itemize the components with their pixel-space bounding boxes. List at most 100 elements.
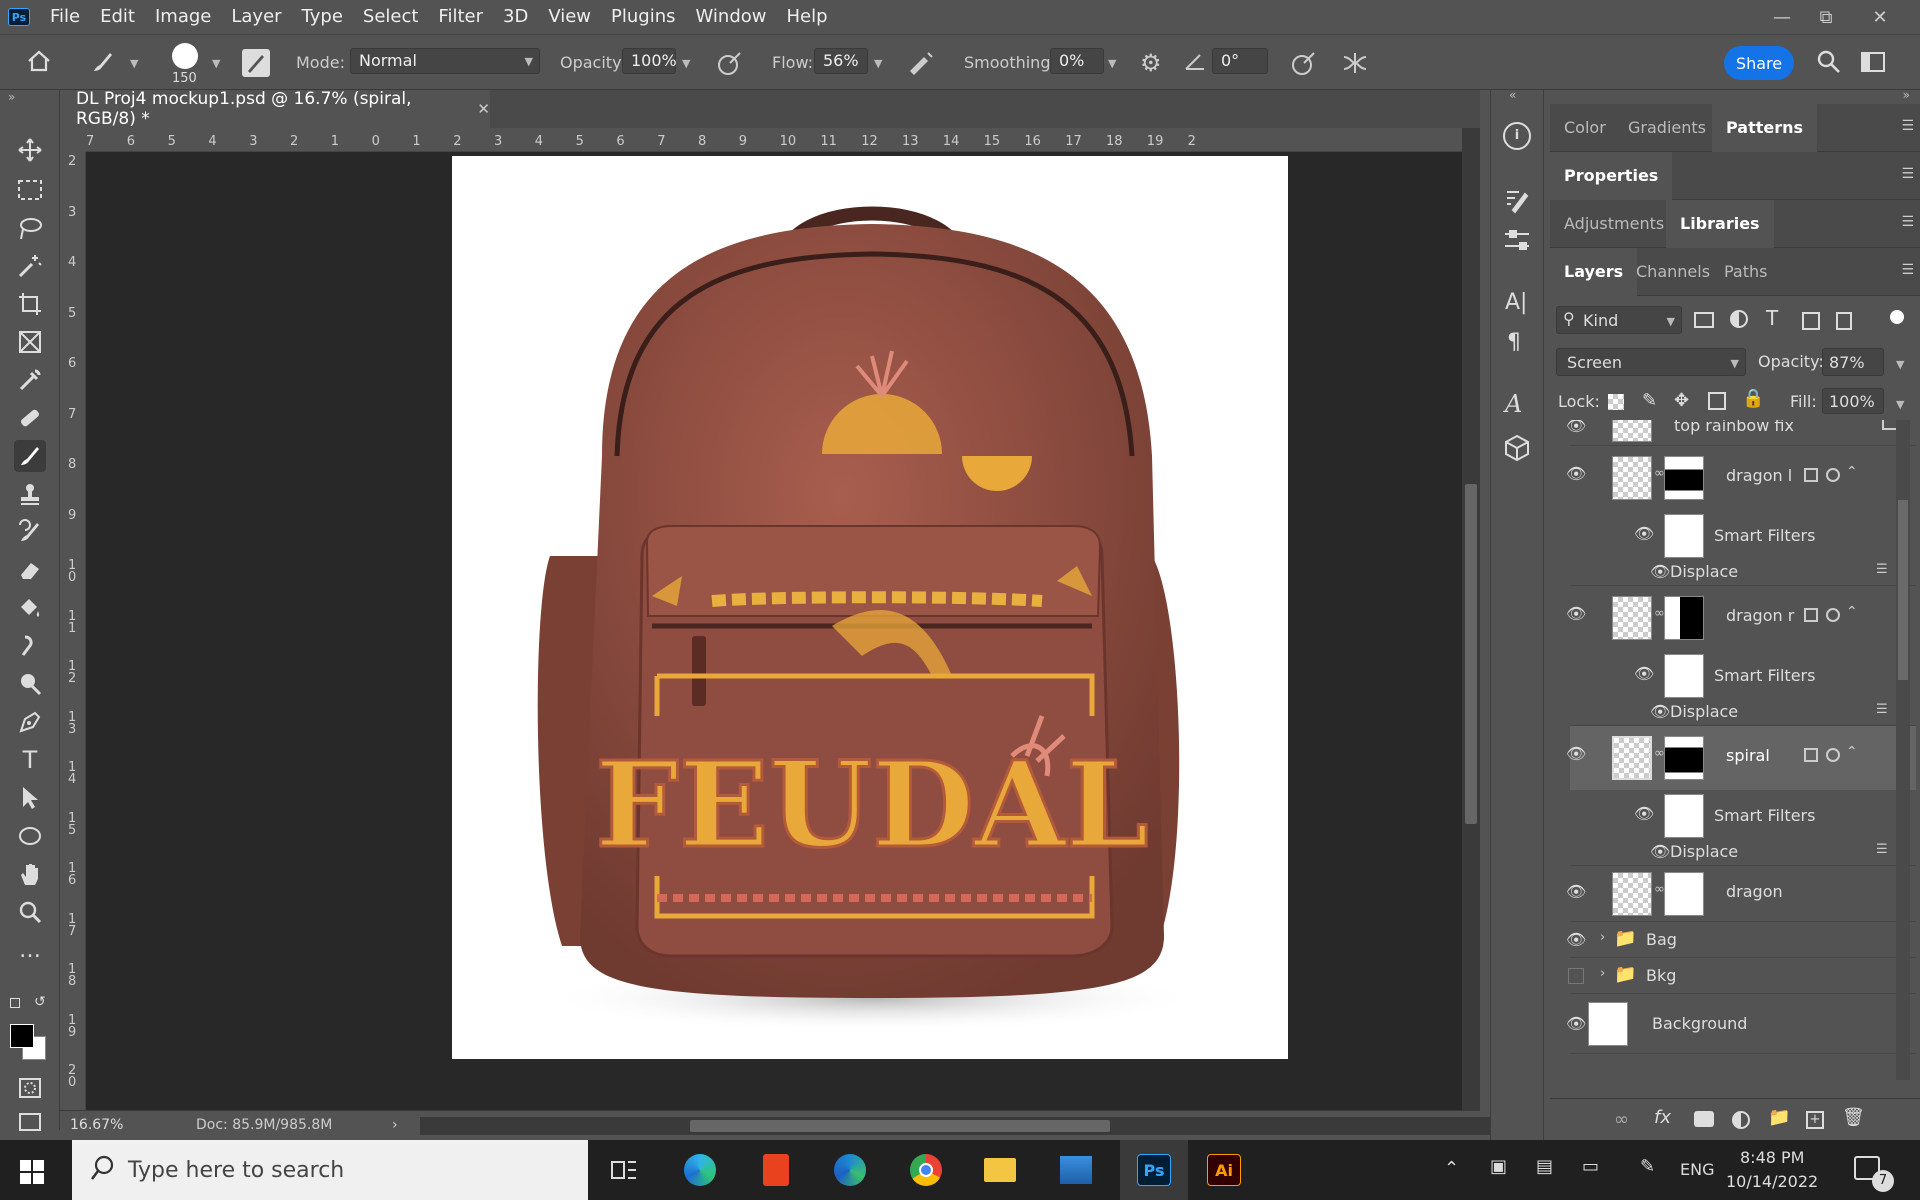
zoom-level[interactable]: 16.67% <box>70 1117 123 1133</box>
expand-group-icon[interactable]: › <box>1600 966 1605 981</box>
tab-patterns[interactable]: Patterns <box>1712 104 1818 152</box>
opacity-field[interactable]: 100% <box>622 48 677 74</box>
clone-stamp-tool-icon[interactable] <box>14 478 46 510</box>
layer-row[interactable]: 👁 Background <box>1566 994 1916 1054</box>
expand-group-icon[interactable]: › <box>1600 930 1605 945</box>
foreground-color-swatch[interactable] <box>10 1024 34 1048</box>
artboard[interactable]: FEUDAL <box>452 156 1288 1059</box>
eye-icon[interactable]: 👁 <box>1650 702 1670 721</box>
document-tab[interactable]: DL Proj4 mockup1.psd @ 16.7% (spiral, RG… <box>60 89 490 129</box>
move-tool-icon[interactable] <box>14 134 46 166</box>
layer-name[interactable]: Background <box>1652 1014 1747 1033</box>
lock-pixels-icon[interactable]: ✎ <box>1642 390 1657 411</box>
new-group-icon[interactable]: 📁 <box>1768 1107 1790 1128</box>
filter-mask-thumbnail[interactable] <box>1664 794 1704 838</box>
panel-expand-icon[interactable]: » <box>1903 88 1910 102</box>
layer-row[interactable]: 👁 ∞ dragon l ⌃ <box>1566 446 1916 510</box>
group-row[interactable]: › 📁 Bkg <box>1568 958 1916 994</box>
eye-icon[interactable]: 👁 <box>1566 930 1586 949</box>
info-icon[interactable]: i <box>1503 122 1531 150</box>
airbrush-icon[interactable] <box>906 49 936 81</box>
illustrator-icon[interactable]: Ai <box>1204 1150 1244 1190</box>
tab-properties[interactable]: Properties <box>1550 152 1673 200</box>
file-explorer-icon[interactable] <box>980 1150 1020 1190</box>
chrome-icon[interactable] <box>906 1150 946 1190</box>
history-brush-tool-icon[interactable] <box>14 516 46 548</box>
panel-menu-icon[interactable]: ☰ <box>1901 214 1914 230</box>
brushes-panel-icon[interactable] <box>1503 186 1531 218</box>
eraser-tool-icon[interactable] <box>14 554 46 586</box>
share-button[interactable]: Share <box>1724 46 1794 80</box>
eyedropper-tool-icon[interactable] <box>14 364 46 396</box>
layer-row[interactable]: 👁 ∞ dragon <box>1566 866 1916 922</box>
lasso-tool-icon[interactable] <box>14 212 46 244</box>
menu-select[interactable]: Select <box>353 0 429 34</box>
filter-mask-thumbnail[interactable] <box>1664 654 1704 698</box>
collapse-caret-icon[interactable]: ⌃ <box>1846 604 1858 620</box>
delete-layer-icon[interactable]: 🗑 <box>1842 1107 1865 1128</box>
brush-picker-caret[interactable]: ▼ <box>212 57 220 70</box>
collapse-caret-icon[interactable]: ⌃ <box>1846 464 1858 480</box>
panel-menu-icon[interactable]: ☰ <box>1901 118 1914 134</box>
flow-caret[interactable]: ▼ <box>874 57 882 70</box>
panel-menu-icon[interactable]: ☰ <box>1901 166 1914 182</box>
new-layer-icon[interactable]: + <box>1806 1111 1824 1129</box>
screen-mode-icon[interactable] <box>14 1106 46 1138</box>
path-selection-tool-icon[interactable] <box>14 782 46 814</box>
filter-options-icon[interactable]: ☰ <box>1876 562 1888 577</box>
glyphs-icon[interactable]: A <box>1505 390 1522 418</box>
menu-3d[interactable]: 3D <box>493 0 538 34</box>
layer-name[interactable]: spiral <box>1726 746 1770 765</box>
layer-row-selected[interactable]: 👁 ∞ spiral ⌃ <box>1566 726 1916 790</box>
minimize-icon[interactable]: — <box>1760 0 1804 34</box>
gear-icon[interactable]: ⚙ <box>1140 49 1162 77</box>
home-icon[interactable] <box>26 49 52 77</box>
layer-mask-thumbnail[interactable] <box>1664 736 1704 780</box>
layer-mask-thumbnail[interactable] <box>1664 596 1704 640</box>
lock-position-icon[interactable]: ✥ <box>1674 390 1689 411</box>
healing-brush-tool-icon[interactable] <box>14 402 46 434</box>
pen-icon[interactable]: ✎ <box>1640 1156 1655 1177</box>
3d-cube-icon[interactable] <box>1503 434 1531 466</box>
fill-caret[interactable]: ▼ <box>1896 398 1904 411</box>
layer-row[interactable]: 👁 top rainbow fix <box>1566 420 1916 446</box>
filter-toggle[interactable] <box>1890 310 1904 324</box>
frame-tool-icon[interactable] <box>14 326 46 358</box>
eye-icon[interactable]: 👁 <box>1566 464 1586 483</box>
layer-filter-kind[interactable]: ⚲ Kind ▼ <box>1556 306 1682 334</box>
menu-file[interactable]: File <box>40 0 90 34</box>
filter-row[interactable]: 👁 Displace ☰ <box>1570 842 1916 866</box>
adjustment-layer-icon[interactable] <box>1732 1111 1750 1129</box>
eye-icon[interactable]: 👁 <box>1566 882 1586 901</box>
filter-mask-thumbnail[interactable] <box>1664 514 1704 558</box>
layer-mask-thumbnail[interactable] <box>1664 872 1704 916</box>
windows-start-icon[interactable] <box>20 1160 44 1188</box>
menu-plugins[interactable]: Plugins <box>601 0 685 34</box>
smart-filters-row[interactable]: 👁 Smart Filters <box>1570 790 1916 842</box>
vertical-scrollbar[interactable] <box>1462 128 1480 1110</box>
quick-mask-icon[interactable] <box>14 1072 46 1104</box>
canvas-area[interactable]: FEUDAL <box>86 152 1462 1110</box>
layer-name[interactable]: dragon <box>1726 882 1783 901</box>
filter-row[interactable]: 👁 Displace ☰ <box>1570 562 1916 586</box>
filter-shape-icon[interactable] <box>1802 312 1820 330</box>
group-row[interactable]: 👁 › 📁 Bag <box>1566 922 1916 958</box>
workspace-icon[interactable] <box>1860 51 1886 77</box>
eye-icon[interactable]: 👁 <box>1650 842 1670 861</box>
meet-now-icon[interactable]: ▣ <box>1490 1156 1507 1177</box>
filter-effects-icon[interactable] <box>1826 468 1840 482</box>
layers-scrollbar[interactable] <box>1896 420 1910 1080</box>
paint-bucket-tool-icon[interactable] <box>14 592 46 624</box>
default-colors-icon[interactable] <box>10 998 20 1008</box>
adjust-sliders-icon[interactable] <box>1503 228 1531 258</box>
clock-date[interactable]: 10/14/2022 <box>1726 1172 1818 1191</box>
filter-name[interactable]: Displace <box>1670 702 1738 721</box>
battery-icon[interactable]: ▭ <box>1582 1156 1599 1177</box>
eye-icon[interactable]: 👁 <box>1566 604 1586 623</box>
horizontal-scrollbar[interactable] <box>420 1117 1520 1135</box>
pen-tool-icon[interactable] <box>14 706 46 738</box>
magic-wand-tool-icon[interactable] <box>14 250 46 282</box>
filter-smart-object-icon[interactable] <box>1836 312 1852 330</box>
fx-icon[interactable]: fx <box>1654 1107 1671 1128</box>
eye-icon[interactable]: 👁 <box>1566 744 1586 763</box>
